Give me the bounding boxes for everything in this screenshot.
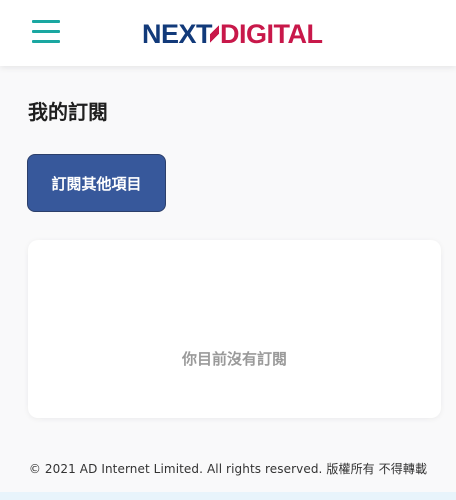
logo-part-digital: DIGITAL: [220, 18, 323, 49]
menu-bar: [32, 30, 60, 33]
subscriptions-empty-card: 你目前沒有訂閱: [28, 240, 441, 418]
top-header: NEXT DIGITAL: [0, 0, 456, 66]
logo-slash-icon: [210, 21, 220, 47]
footer-copyright: © 2021 AD Internet Limited. All rights r…: [28, 462, 428, 476]
subscribe-other-items-button[interactable]: 訂閱其他項目: [27, 154, 166, 212]
empty-subscriptions-message: 你目前沒有訂閱: [181, 350, 287, 368]
menu-bar: [32, 20, 60, 23]
next-digital-logo[interactable]: NEXT DIGITAL: [142, 18, 323, 50]
bottom-strip: [0, 492, 456, 500]
menu-bar: [32, 40, 60, 43]
hamburger-menu-icon[interactable]: [32, 20, 60, 44]
page-title: 我的訂閱: [28, 100, 108, 124]
logo-part-next: NEXT: [142, 18, 213, 49]
